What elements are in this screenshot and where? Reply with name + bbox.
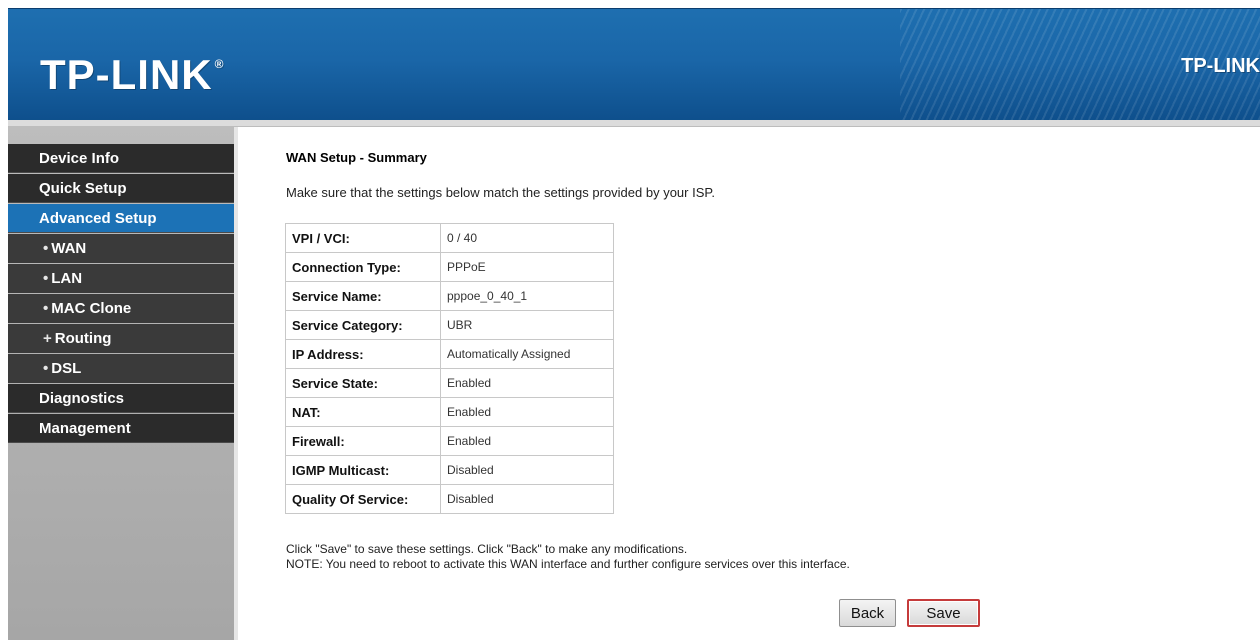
- page-title: WAN Setup - Summary: [286, 150, 427, 165]
- table-row: Service Name: pppoe_0_40_1: [285, 281, 614, 311]
- row-value: Enabled: [440, 397, 614, 427]
- bullet-icon: •: [43, 300, 49, 317]
- sidebar-item-label: Quick Setup: [39, 180, 127, 197]
- sidebar-item-label: MAC Clone: [51, 300, 132, 317]
- main-content: WAN Setup - Summary Make sure that the s…: [238, 127, 1260, 640]
- brand-right-text: TP-LINK: [1181, 55, 1260, 77]
- instruction-note: Click "Save" to save these settings. Cli…: [286, 542, 850, 572]
- sidebar-subitem-wan[interactable]: • WAN: [8, 234, 234, 263]
- sidebar-subitem-routing[interactable]: + Routing: [8, 324, 234, 353]
- table-row: Connection Type: PPPoE: [285, 252, 614, 282]
- sidebar-item-label: Routing: [54, 330, 112, 347]
- row-key: IGMP Multicast:: [285, 455, 441, 485]
- tp-link-logo: TP-LINK ®: [40, 51, 225, 99]
- note-line-2: NOTE: You need to reboot to activate thi…: [286, 557, 850, 571]
- registered-mark: ®: [214, 57, 225, 71]
- table-row: Service Category: UBR: [285, 310, 614, 340]
- row-key: Service Name:: [285, 281, 441, 311]
- row-key: Quality Of Service:: [285, 484, 441, 514]
- sidebar-subitem-mac-clone[interactable]: • MAC Clone: [8, 294, 234, 323]
- header-separator: [8, 120, 1260, 127]
- sidebar-item-label: Advanced Setup: [39, 210, 157, 227]
- save-button[interactable]: Save: [907, 599, 980, 627]
- bullet-icon: •: [43, 360, 49, 377]
- row-value: Enabled: [440, 426, 614, 456]
- top-strip: [0, 0, 1260, 8]
- wan-summary-table: VPI / VCI: 0 / 40 Connection Type: PPPoE S…: [285, 223, 614, 514]
- sidebar-item-label: Diagnostics: [39, 390, 125, 407]
- bullet-icon: •: [43, 240, 49, 257]
- row-value: pppoe_0_40_1: [440, 281, 614, 311]
- sidebar-item-device-info[interactable]: Device Info: [8, 144, 234, 173]
- row-key: Firewall:: [285, 426, 441, 456]
- table-row: Service State: Enabled: [285, 368, 614, 398]
- row-value: Enabled: [440, 368, 614, 398]
- sidebar-item-label: LAN: [51, 270, 83, 287]
- sidebar-item-label: DSL: [51, 360, 82, 377]
- row-value: UBR: [440, 310, 614, 340]
- row-key: VPI / VCI:: [285, 223, 441, 253]
- sidebar-subitem-dsl[interactable]: • DSL: [8, 354, 234, 383]
- row-value: Disabled: [440, 455, 614, 485]
- table-row: Firewall: Enabled: [285, 426, 614, 456]
- back-button[interactable]: Back: [839, 599, 896, 627]
- row-value: PPPoE: [440, 252, 614, 282]
- sidebar-item-advanced-setup[interactable]: Advanced Setup: [8, 204, 234, 233]
- row-value: Disabled: [440, 484, 614, 514]
- sidebar-item-diagnostics[interactable]: Diagnostics: [8, 384, 234, 413]
- row-key: IP Address:: [285, 339, 441, 369]
- sidebar-item-label: WAN: [51, 240, 87, 257]
- table-row: NAT: Enabled: [285, 397, 614, 427]
- table-row: IP Address: Automatically Assigned: [285, 339, 614, 369]
- row-value: Automatically Assigned: [440, 339, 614, 369]
- sidebar-item-quick-setup[interactable]: Quick Setup: [8, 174, 234, 203]
- row-value: 0 / 40: [440, 223, 614, 253]
- header-banner: TP-LINK ® TP-LINK: [8, 8, 1260, 121]
- intro-text: Make sure that the settings below match …: [286, 185, 715, 200]
- bullet-icon: •: [43, 270, 49, 287]
- table-row: Quality Of Service: Disabled: [285, 484, 614, 514]
- logo-text: TP-LINK: [40, 51, 213, 98]
- plus-bullet-icon: +: [43, 330, 52, 347]
- sidebar: Device Info Quick Setup Advanced Setup •…: [8, 127, 238, 640]
- sidebar-item-label: Device Info: [39, 150, 120, 167]
- sidebar-subitem-lan[interactable]: • LAN: [8, 264, 234, 293]
- sidebar-item-label: Management: [39, 420, 131, 437]
- table-row: VPI / VCI: 0 / 40: [285, 223, 614, 253]
- row-key: Service Category:: [285, 310, 441, 340]
- row-key: Service State:: [285, 368, 441, 398]
- sidebar-item-management[interactable]: Management: [8, 414, 234, 443]
- row-key: NAT:: [285, 397, 441, 427]
- table-row: IGMP Multicast: Disabled: [285, 455, 614, 485]
- row-key: Connection Type:: [285, 252, 441, 282]
- note-line-1: Click "Save" to save these settings. Cli…: [286, 542, 688, 556]
